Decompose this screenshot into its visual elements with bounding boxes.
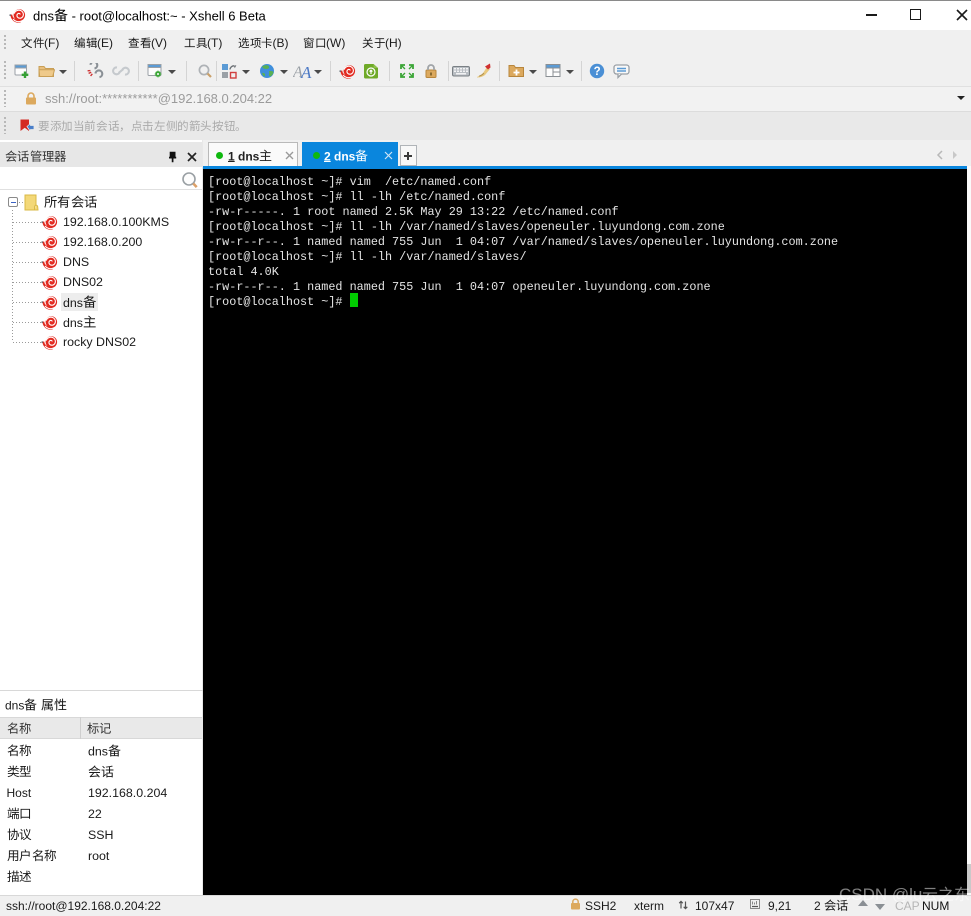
svg-text:A: A [300, 63, 312, 80]
svg-text:?: ? [594, 66, 601, 78]
